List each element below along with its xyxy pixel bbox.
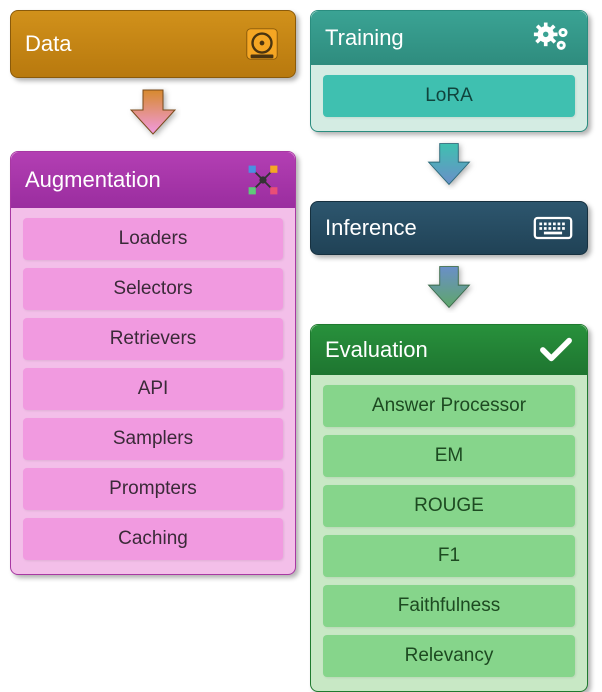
- arrow-inference-to-evaluation: [421, 261, 477, 318]
- augmentation-panel: Augmentation Loaders Selectors Retriever…: [10, 151, 296, 575]
- list-item: Prompters: [23, 468, 283, 510]
- list-item: Answer Processor: [323, 385, 575, 427]
- training-panel: Training: [310, 10, 588, 132]
- evaluation-panel: Evaluation Answer Processor EM ROUGE F1 …: [310, 324, 588, 692]
- training-header: Training: [311, 11, 587, 65]
- list-item: EM: [323, 435, 575, 477]
- hard-drive-icon: [243, 25, 281, 63]
- augmentation-header: Augmentation: [11, 152, 295, 208]
- list-item: Relevancy: [323, 635, 575, 677]
- training-title: Training: [325, 25, 404, 51]
- list-item: Samplers: [23, 418, 283, 460]
- list-item: F1: [323, 535, 575, 577]
- data-title: Data: [25, 31, 71, 57]
- evaluation-title: Evaluation: [325, 337, 428, 363]
- list-item: Loaders: [23, 218, 283, 260]
- list-item: LoRA: [323, 75, 575, 117]
- augmentation-body: Loaders Selectors Retrievers API Sampler…: [11, 208, 295, 574]
- data-header: Data: [10, 10, 296, 78]
- data-panel: Data: [10, 10, 296, 78]
- evaluation-body: Answer Processor EM ROUGE F1 Faithfulnes…: [311, 375, 587, 691]
- gears-icon: [533, 21, 573, 55]
- list-item: Retrievers: [23, 318, 283, 360]
- checkmark-icon: [539, 335, 573, 365]
- nodes-icon: [245, 162, 281, 198]
- training-body: LoRA: [311, 65, 587, 131]
- inference-title: Inference: [325, 215, 417, 241]
- list-item: ROUGE: [323, 485, 575, 527]
- list-item: Faithfulness: [323, 585, 575, 627]
- list-item: Selectors: [23, 268, 283, 310]
- list-item: API: [23, 368, 283, 410]
- augmentation-title: Augmentation: [25, 167, 161, 193]
- arrow-training-to-inference: [421, 138, 477, 195]
- list-item: Caching: [23, 518, 283, 560]
- evaluation-header: Evaluation: [311, 325, 587, 375]
- keyboard-icon: [533, 214, 573, 242]
- inference-header: Inference: [310, 201, 588, 255]
- inference-panel: Inference: [310, 201, 588, 255]
- arrow-data-to-augmentation: [125, 84, 181, 145]
